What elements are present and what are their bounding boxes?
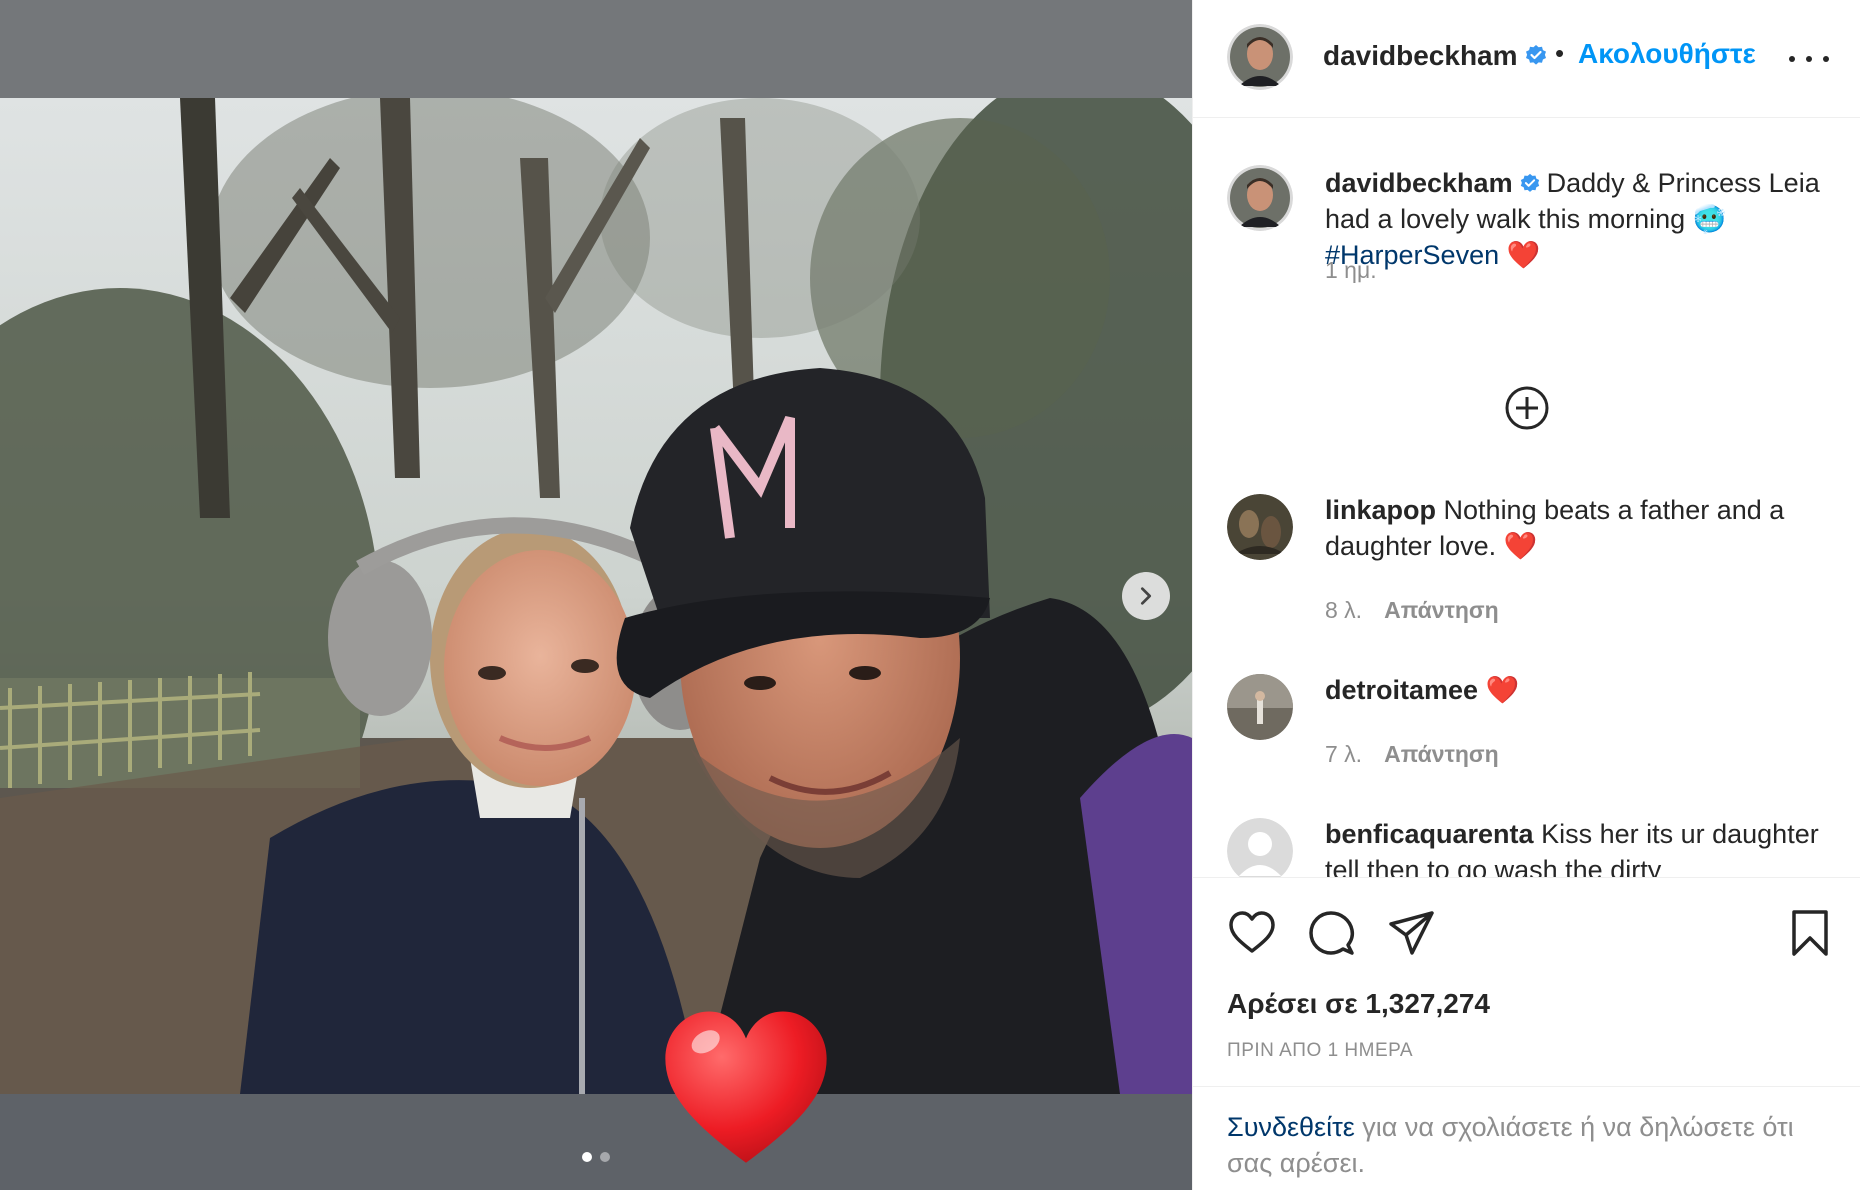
reply-button[interactable]: Απάντηση: [1384, 597, 1499, 623]
post-actions: Αρέσει σε 1,327,274 ΠΡΙΝ ΑΠΟ 1 ΗΜΕΡΑ Συν…: [1193, 877, 1860, 1190]
carousel-next-icon: [1140, 587, 1152, 605]
caption-username[interactable]: davidbeckham: [1325, 168, 1513, 198]
more-options-icon[interactable]: [1789, 44, 1829, 74]
save-bookmark-icon[interactable]: [1785, 908, 1835, 958]
likes-count[interactable]: Αρέσει σε 1,327,274: [1227, 988, 1490, 1020]
media-letterbox-top: [0, 0, 1192, 98]
login-prompt: Συνδεθείτε για να σχολιάσετε ή να δηλώσε…: [1193, 1086, 1860, 1191]
comment-avatar[interactable]: [1227, 818, 1293, 877]
caption-avatar[interactable]: [1227, 165, 1293, 231]
follow-button[interactable]: Ακολουθήστε: [1578, 38, 1756, 70]
post-media-panel: [0, 0, 1192, 1190]
comment-time: 7 λ.: [1325, 741, 1363, 767]
heart-emoji-icon: ❤️: [1506, 240, 1541, 270]
login-prompt-text: Συνδεθείτε για να σχολιάσετε ή να δηλώσε…: [1227, 1112, 1794, 1178]
comment-username[interactable]: detroitamee: [1325, 675, 1478, 705]
author-username[interactable]: davidbeckham: [1323, 40, 1548, 72]
comment-meta: 7 λ. Απάντηση: [1325, 741, 1499, 768]
comment-username[interactable]: linkapop: [1325, 495, 1436, 525]
caption: davidbeckham Daddy & Princess Leia had a …: [1325, 165, 1835, 273]
comment-text: detroitamee ❤️: [1325, 672, 1835, 708]
media-letterbox-bottom: [0, 1094, 1192, 1190]
comment-avatar[interactable]: [1227, 674, 1293, 740]
carousel-next-button[interactable]: [1122, 572, 1170, 620]
post-photo: [0, 98, 1192, 1094]
caption-time: 1 ημ.: [1325, 257, 1377, 283]
like-heart-icon[interactable]: [1227, 908, 1277, 958]
heart-emoji-icon: [665, 1011, 827, 1163]
comment-text: linkapop Nothing beats a father and a da…: [1325, 495, 1785, 561]
comment-avatar[interactable]: [1227, 494, 1293, 560]
avatar-image: [1227, 494, 1293, 560]
header-separator: •: [1555, 38, 1565, 68]
heart-emoji-icon: ❤️: [1485, 675, 1520, 705]
post-side-panel: davidbeckham • Ακολουθήστε davidbeckham D…: [1192, 0, 1860, 1190]
login-link[interactable]: Συνδεθείτε: [1227, 1112, 1355, 1142]
post-header: davidbeckham • Ακολουθήστε: [1193, 0, 1860, 118]
carousel-dot-active: [582, 1152, 592, 1162]
verified-badge-icon: [1525, 45, 1546, 65]
avatar-image: [1227, 165, 1293, 231]
avatar-image: [1227, 24, 1293, 90]
comment-icon[interactable]: [1307, 908, 1357, 958]
avatar-image: [1227, 674, 1293, 740]
carousel-dot: [600, 1152, 610, 1162]
add-comment-icon[interactable]: [1503, 384, 1551, 432]
comments-list[interactable]: davidbeckham Daddy & Princess Leia had a …: [1193, 119, 1860, 877]
comment-username[interactable]: benficaquarenta: [1325, 819, 1534, 849]
comment-text: benficaquarenta Kiss her its ur daughter…: [1325, 819, 1819, 877]
comment-meta: 8 λ. Απάντηση: [1325, 597, 1499, 624]
reply-button[interactable]: Απάντηση: [1384, 741, 1499, 767]
share-icon[interactable]: [1387, 908, 1437, 958]
author-avatar[interactable]: [1227, 24, 1293, 90]
heart-emoji-icon: ❤️: [1503, 531, 1538, 561]
verified-badge-icon: [1520, 173, 1539, 192]
default-avatar-icon: [1227, 818, 1293, 877]
carousel-indicator: [0, 1152, 1192, 1162]
comment-time: 8 λ.: [1325, 597, 1363, 623]
post-date: ΠΡΙΝ ΑΠΟ 1 ΗΜΕΡΑ: [1227, 1040, 1414, 1061]
